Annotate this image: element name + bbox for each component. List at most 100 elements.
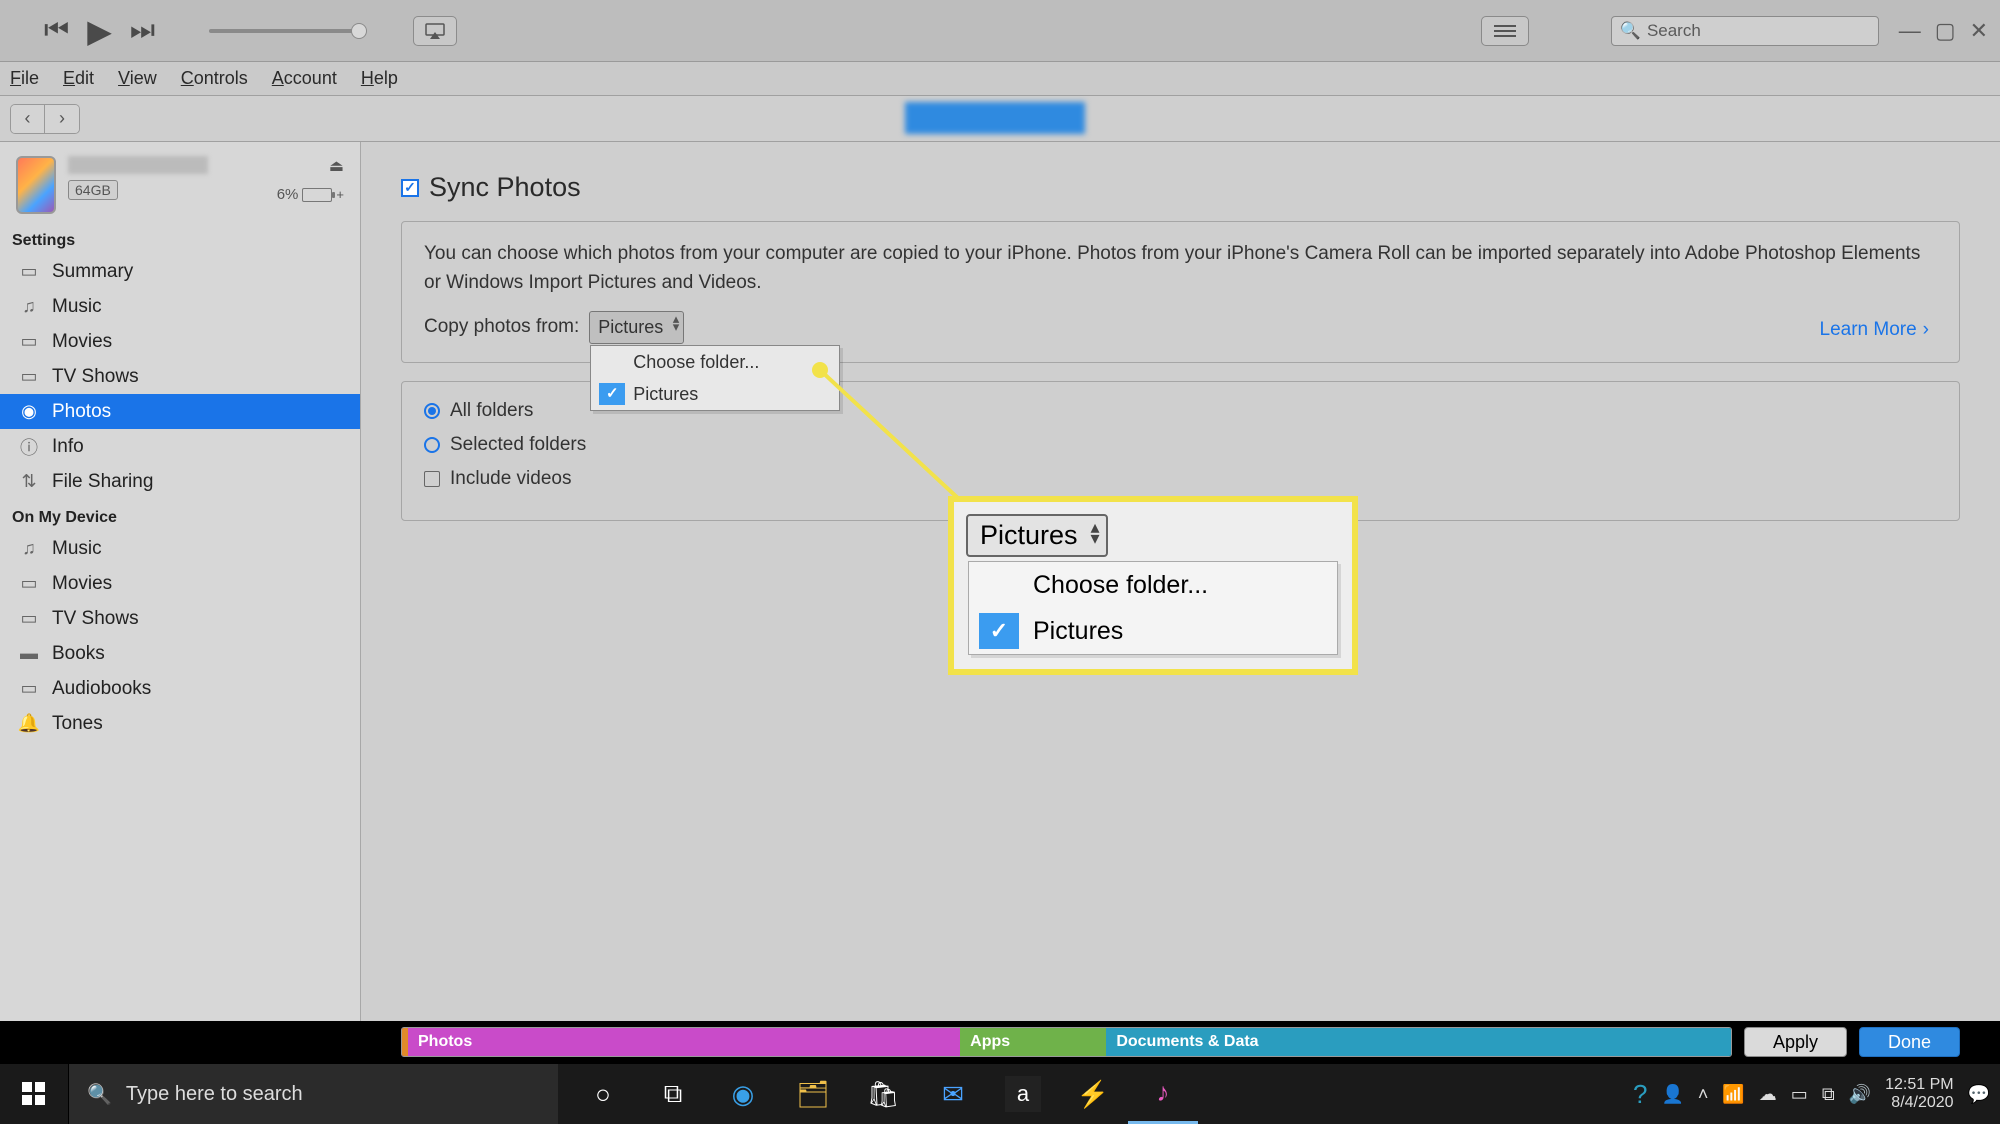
minimize-icon[interactable]: — [1899, 18, 1921, 44]
sidebar-item-photos[interactable]: ◉Photos [0, 394, 360, 429]
dropdown-caret-icon: ▴▾ [1091, 522, 1100, 544]
learn-more-link[interactable]: Learn More › [1820, 316, 1930, 345]
sidebar-item-summary[interactable]: ▭Summary [0, 254, 360, 289]
volume-tray-icon[interactable]: 🔊 [1849, 1084, 1871, 1105]
bottom-bar: Photos Apps Documents & Data Apply Done [361, 1020, 2000, 1064]
sync-description-panel: You can choose which photos from your co… [401, 221, 1960, 363]
redacted-device-tab [905, 102, 1085, 134]
device-header: 64GB ⏏ 6% + [0, 142, 360, 222]
done-button[interactable]: Done [1859, 1027, 1960, 1057]
checkbox-empty-icon [424, 471, 440, 487]
next-track-icon[interactable]: ⏭ [130, 14, 155, 47]
battery-icon [302, 188, 332, 202]
storage-apps: Apps [960, 1028, 1106, 1056]
battery-pct: 6% [277, 186, 299, 203]
filesharing-icon: ⇅ [18, 471, 40, 492]
close-icon[interactable]: ✕ [1970, 18, 1988, 44]
movies-icon: ▭ [18, 573, 40, 594]
wifi-tray-icon[interactable]: 📶 [1722, 1084, 1744, 1105]
menu-edit[interactable]: Edit [63, 68, 94, 89]
movies-icon: ▭ [18, 331, 40, 352]
taskbar-search[interactable]: 🔍 Type here to search [68, 1064, 558, 1124]
taskview-icon[interactable]: ⧉ [638, 1064, 708, 1124]
sidebar-device-tones[interactable]: 🔔Tones [0, 706, 360, 741]
radio-selected-folders[interactable]: Selected folders [424, 434, 1937, 456]
tones-icon: 🔔 [18, 713, 40, 734]
battery-tray-icon[interactable]: ▭ [1791, 1084, 1808, 1105]
search-input[interactable]: 🔍 Search [1611, 16, 1879, 46]
tray-clock[interactable]: 12:51 PM 8/4/2020 [1885, 1076, 1953, 1112]
help-tray-icon[interactable]: ? [1633, 1079, 1647, 1110]
sidebar-item-filesharing[interactable]: ⇅File Sharing [0, 464, 360, 499]
cortana-icon[interactable]: ○ [568, 1064, 638, 1124]
checkmark-icon: ✓ [599, 383, 625, 405]
sidebar-header-settings: Settings [0, 222, 360, 254]
books-icon: ▬ [18, 643, 40, 664]
audiobooks-icon: ▭ [18, 678, 40, 699]
edge-icon[interactable]: ◉ [708, 1064, 778, 1124]
sidebar-item-movies[interactable]: ▭Movies [0, 324, 360, 359]
sync-description-text: You can choose which photos from your co… [424, 240, 1937, 297]
app-icon[interactable]: ⚡ [1058, 1064, 1128, 1124]
sidebar-device-audiobooks[interactable]: ▭Audiobooks [0, 671, 360, 706]
player-toolbar: ⏮ ▶ ⏭ 🔍 Search — ▢ ✕ [0, 0, 2000, 62]
forward-button[interactable]: › [45, 105, 79, 133]
copy-from-dropdown[interactable]: Pictures ▴▾ Choose folder... ✓Pictures [589, 311, 684, 344]
menu-account[interactable]: Account [272, 68, 337, 89]
back-button[interactable]: ‹ [11, 105, 45, 133]
tv-icon: ▭ [18, 366, 40, 387]
store-icon[interactable]: 🛍 [848, 1064, 918, 1124]
list-view-button[interactable] [1481, 16, 1529, 46]
airplay-button[interactable] [413, 16, 457, 46]
menu-view[interactable]: View [118, 68, 157, 89]
system-tray: ? 👤 ˄ 📶 ☁ ▭ ⧉ 🔊 12:51 PM 8/4/2020 💬 [1633, 1064, 2000, 1124]
sidebar-item-music[interactable]: ♫Music [0, 289, 360, 324]
apply-button[interactable]: Apply [1744, 1027, 1847, 1057]
start-button[interactable] [0, 1064, 68, 1124]
tray-expand-icon[interactable]: ˄ [1698, 1084, 1709, 1105]
sidebar-item-info[interactable]: ⓘInfo [0, 429, 360, 464]
windows-taskbar: 🔍 Type here to search ○ ⧉ ◉ 🗂 🛍 ✉ a ⚡ ♪ … [0, 1064, 2000, 1124]
info-icon: ⓘ [18, 434, 40, 460]
search-placeholder: Search [1647, 21, 1701, 41]
callout-pictures[interactable]: ✓Pictures [969, 608, 1337, 654]
menu-pictures[interactable]: ✓Pictures [591, 378, 839, 410]
menu-choose-folder[interactable]: Choose folder... [591, 346, 839, 378]
people-tray-icon[interactable]: 👤 [1661, 1084, 1683, 1105]
dropbox-tray-icon[interactable]: ⧉ [1822, 1084, 1835, 1105]
callout-menu: Choose folder... ✓Pictures [968, 561, 1338, 655]
sidebar-device-tvshows[interactable]: ▭TV Shows [0, 601, 360, 636]
menu-file[interactable]: File [10, 68, 39, 89]
summary-icon: ▭ [18, 261, 40, 282]
sync-photos-checkbox[interactable]: ✓ [401, 179, 419, 197]
copy-from-menu: Choose folder... ✓Pictures [590, 345, 840, 411]
volume-slider[interactable] [209, 29, 359, 33]
play-icon[interactable]: ▶ [87, 12, 112, 50]
menu-controls[interactable]: Controls [181, 68, 248, 89]
sidebar-item-tvshows[interactable]: ▭TV Shows [0, 359, 360, 394]
prev-track-icon[interactable]: ⏮ [44, 14, 69, 47]
maximize-icon[interactable]: ▢ [1935, 18, 1956, 44]
sidebar-device-music[interactable]: ♫Music [0, 531, 360, 566]
search-icon: 🔍 [1620, 21, 1641, 41]
sidebar-device-movies[interactable]: ▭Movies [0, 566, 360, 601]
onedrive-tray-icon[interactable]: ☁ [1759, 1084, 1777, 1105]
callout-dropdown[interactable]: Pictures ▴▾ [966, 514, 1108, 557]
mail-icon[interactable]: ✉ [918, 1064, 988, 1124]
sidebar: 64GB ⏏ 6% + Settings ▭Summary ♫Music ▭Mo… [0, 142, 361, 1021]
sync-photos-title: Sync Photos [429, 172, 581, 203]
sync-photos-heading: ✓ Sync Photos [401, 172, 1960, 203]
sidebar-device-books[interactable]: ▬Books [0, 636, 360, 671]
checkbox-include-videos[interactable]: Include videos [424, 468, 1937, 490]
amazon-icon[interactable]: a [1005, 1076, 1041, 1112]
radio-off-icon [424, 437, 440, 453]
notifications-tray-icon[interactable]: 💬 [1968, 1084, 1990, 1105]
checkmark-icon: ✓ [979, 613, 1019, 649]
storage-bar: Photos Apps Documents & Data [401, 1027, 1732, 1057]
explorer-icon[interactable]: 🗂 [778, 1064, 848, 1124]
menu-help[interactable]: Help [361, 68, 398, 89]
itunes-taskbar-icon[interactable]: ♪ [1128, 1064, 1198, 1124]
copy-from-label: Copy photos from: [424, 313, 579, 342]
eject-icon[interactable]: ⏏ [329, 156, 344, 176]
callout-choose-folder[interactable]: Choose folder... [969, 562, 1337, 608]
